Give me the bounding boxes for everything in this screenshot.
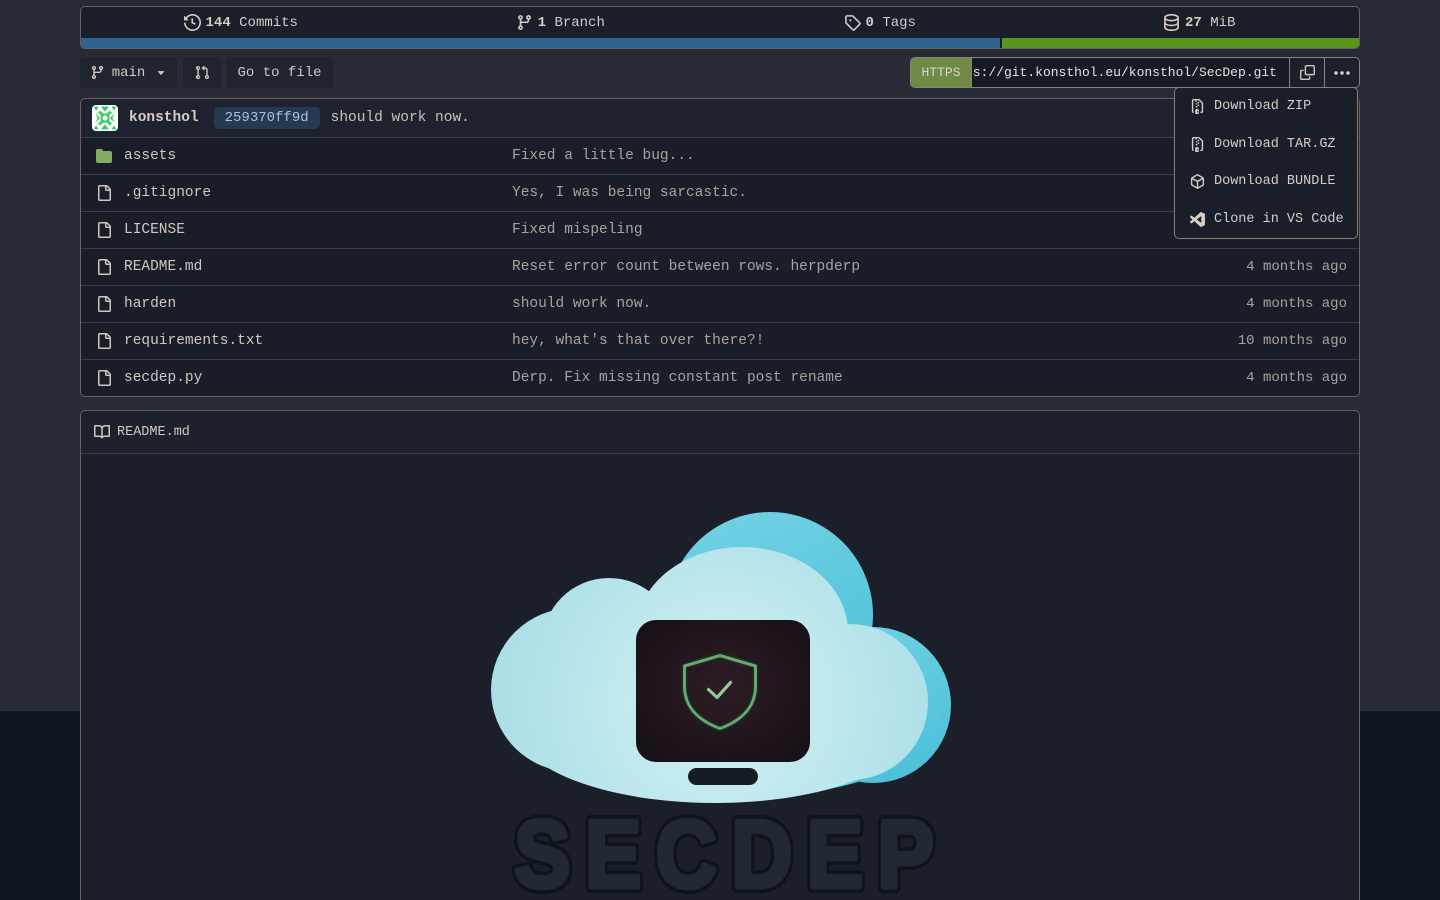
svg-text:SECDEP: SECDEP xyxy=(514,801,934,900)
svg-text:SECDEP: SECDEP xyxy=(514,801,934,900)
